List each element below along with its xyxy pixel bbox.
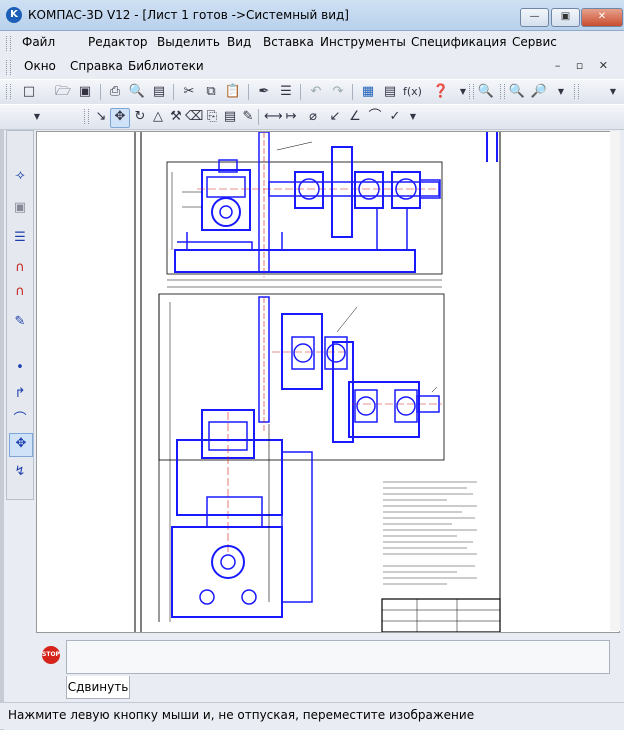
copy-props-icon[interactable]: ⎘ — [203, 108, 221, 126]
maximize-button[interactable]: ▣ — [551, 8, 580, 27]
variables-icon[interactable]: ▤ — [381, 83, 399, 101]
vertical-scrollbar[interactable] — [610, 131, 620, 631]
toolbar-separator — [173, 84, 174, 100]
toolbar-overflow-icon-2[interactable]: ▼ — [552, 83, 570, 101]
arc-dimension-icon[interactable]: ⌒ — [366, 108, 384, 126]
paste-icon[interactable]: 📋 — [224, 83, 242, 101]
mdi-window-controls[interactable]: – ▫ ✕ — [555, 59, 614, 72]
drawing-canvas[interactable] — [36, 131, 620, 633]
minimize-button[interactable]: — — [520, 8, 549, 27]
zoom-window-icon[interactable]: 🔍 — [477, 83, 495, 101]
toolbar-separator — [352, 84, 353, 100]
toolbar-overflow-icon-3[interactable]: ▼ — [604, 83, 622, 101]
toolbar-overflow-icon-4[interactable]: ▼ — [28, 108, 46, 126]
menu-service[interactable]: Сервис — [512, 35, 557, 49]
toolbar-separator — [258, 109, 259, 125]
status-text: Нажмите левую кнопку мыши и, не отпуская… — [8, 708, 475, 722]
eraser-tool-icon[interactable]: ⌫ — [185, 108, 203, 126]
properties-icon[interactable]: ☰ — [277, 83, 295, 101]
edit-icon[interactable]: ✎ — [9, 311, 31, 333]
toolbar-grip[interactable] — [6, 84, 11, 99]
menu-editor[interactable]: Редактор — [88, 35, 147, 49]
menu-tools[interactable]: Инструменты — [320, 35, 406, 49]
select-tool-icon[interactable]: ↘ — [92, 108, 110, 126]
transform-icon[interactable]: ↯ — [9, 461, 31, 483]
point-icon[interactable]: • — [9, 357, 31, 379]
close-button[interactable]: ✕ — [581, 8, 623, 27]
preview-icon[interactable]: ▤ — [150, 83, 168, 101]
format-painter-icon[interactable]: ✒ — [255, 83, 273, 101]
new-document-icon[interactable]: □ — [20, 83, 38, 101]
undo-icon[interactable]: ↶ — [307, 83, 325, 101]
compact-panel: ⟢ ▣ ☰ ∩ ∩ ✎ • ↱ ⌒ ✥ ↯ — [6, 130, 34, 500]
menu-bar-row2: Окно Справка Библиотеки – ▫ ✕ — [0, 55, 624, 78]
angle-dimension-icon[interactable]: ∠ — [346, 108, 364, 126]
open-folder-icon[interactable]: 🗁 — [54, 83, 72, 101]
save-icon[interactable]: ▣ — [76, 83, 94, 101]
assembly-drawing — [134, 132, 501, 632]
axis-icon[interactable]: ↱ — [9, 383, 31, 405]
insert-view-icon[interactable]: ▤ — [221, 108, 239, 126]
menu-insert[interactable]: Вставка — [263, 35, 314, 49]
copy-icon[interactable]: ⧉ — [202, 83, 220, 101]
menu-specification[interactable]: Спецификация — [411, 35, 506, 49]
radius-dimension-icon[interactable]: ↙ — [326, 108, 344, 126]
toolbar-separator — [300, 84, 301, 100]
menu-view[interactable]: Вид — [227, 35, 251, 49]
edit-toolbar: ▼ ↘ ✥ ↻ △ ⚒ ⌫ ⎘ ▤ ✎ ⟷ ↦ ⌀ ↙ ∠ ⌒ ✓ ▼ — [0, 104, 624, 130]
layers-icon[interactable]: ☰ — [9, 227, 31, 249]
rotate-tool-icon[interactable]: ↻ — [131, 108, 149, 126]
toolbar-grip[interactable] — [84, 109, 89, 124]
diameter-dimension-icon[interactable]: ⌀ — [304, 108, 322, 126]
title-bar: K КОМПАС-3D V12 - [Лист 1 готов ->Систем… — [0, 0, 624, 31]
dimensions-icon[interactable]: ▣ — [9, 197, 31, 219]
redo-icon[interactable]: ↷ — [329, 83, 347, 101]
print-icon[interactable]: ⎙ — [106, 83, 124, 101]
menu-bar-row1: Файл Редактор Выделить Вид Вставка Инстр… — [0, 31, 624, 54]
pan-mode-icon[interactable]: ✥ — [9, 433, 33, 457]
status-bar: Нажмите левую кнопку мыши и, не отпуская… — [0, 702, 624, 729]
roughness-icon[interactable]: ✓ — [386, 108, 404, 126]
menu-help[interactable]: Справка — [70, 59, 123, 73]
hammer-tool-icon[interactable]: ⚒ — [167, 108, 185, 126]
geometry-icon[interactable]: ⟢ — [9, 165, 31, 187]
zoom-out-icon[interactable]: 🔎 — [530, 83, 548, 101]
toolbar-separator — [100, 84, 101, 100]
menu-grip[interactable] — [6, 36, 11, 51]
toolbar-grip[interactable] — [574, 84, 579, 99]
help-pointer-icon[interactable]: ❓ — [432, 83, 450, 101]
toolbar-separator — [248, 84, 249, 100]
text-tool-icon[interactable]: ✎ — [239, 108, 257, 126]
toolbar-grip[interactable] — [500, 84, 505, 99]
linear-dimension-icon[interactable]: ↦ — [282, 108, 300, 126]
magnet-snap-icon[interactable]: ∩ — [9, 257, 31, 279]
function-icon[interactable]: f(x) — [403, 83, 422, 101]
dimension-auto-icon[interactable]: ⟷ — [264, 108, 283, 126]
step-line-icon[interactable]: ⌒ — [9, 409, 31, 431]
triangle-tool-icon[interactable]: △ — [149, 108, 167, 126]
print-preview-icon[interactable]: 🔍 — [128, 83, 146, 101]
menu-grip-2[interactable] — [6, 60, 11, 75]
magnet-local-icon[interactable]: ∩ — [9, 281, 31, 303]
tab-move[interactable]: Сдвинуть — [66, 676, 130, 699]
parameters-panel: STOP Сдвинуть — [36, 636, 618, 700]
cut-icon[interactable]: ✂ — [180, 83, 198, 101]
zoom-in-icon[interactable]: 🔍 — [508, 83, 526, 101]
kompas-app-icon[interactable]: K — [6, 7, 22, 23]
frame-left-edge — [0, 130, 4, 730]
toolbar-overflow-icon-5[interactable]: ▼ — [404, 108, 422, 126]
menu-file[interactable]: Файл — [22, 35, 55, 49]
standard-toolbar: □ 🗁 ▣ ⎙ 🔍 ▤ ✂ ⧉ 📋 ✒ ☰ ↶ ↷ ▦ ▤ f(x) ❓ ▼ 🔍… — [0, 79, 624, 105]
window-title: КОМПАС-3D V12 - [Лист 1 готов ->Системны… — [28, 8, 349, 22]
stop-icon[interactable]: STOP — [42, 646, 60, 664]
menu-window[interactable]: Окно — [24, 59, 56, 73]
manager-icon[interactable]: ▦ — [359, 83, 377, 101]
toolbar-grip[interactable] — [469, 84, 474, 99]
menu-select[interactable]: Выделить — [157, 35, 220, 49]
menu-libraries[interactable]: Библиотеки — [128, 59, 204, 73]
parameters-field[interactable] — [66, 640, 610, 674]
pan-tool-icon[interactable]: ✥ — [110, 108, 130, 128]
